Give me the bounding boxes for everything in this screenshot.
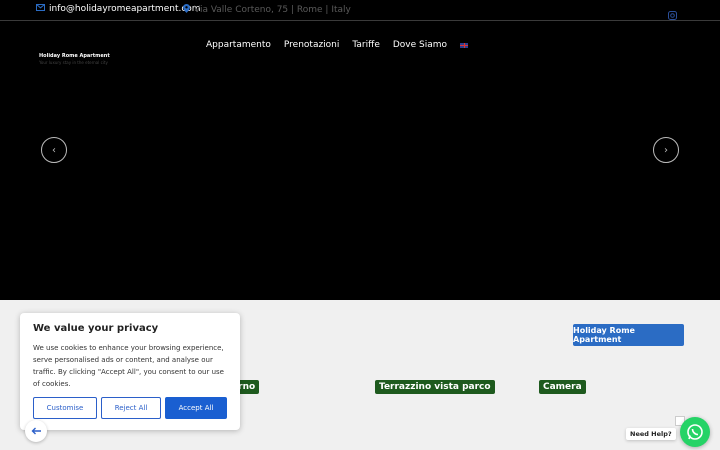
uk-flag-icon[interactable] [460, 42, 469, 48]
logo-title: Holiday Rome Apartment [39, 53, 110, 59]
accept-all-button[interactable]: Accept All [165, 397, 227, 419]
cookie-consent-dialog: We value your privacy We use cookies to … [20, 313, 240, 430]
email-text: info@holidayromeapartment.com [49, 4, 201, 14]
gallery-label-terrazzino: Terrazzino vista parco [375, 380, 495, 394]
reject-all-button[interactable]: Reject All [101, 397, 161, 419]
nav-item-dove-siamo[interactable]: Dove Siamo [393, 40, 447, 50]
cookie-buttons: Customise Reject All Accept All [33, 397, 227, 419]
contact-address: Via Valle Corteno, 75 | Rome | Italy [183, 4, 351, 16]
nav-item-appartamento[interactable]: Appartamento [206, 40, 271, 50]
gallery-label-camera: Camera [539, 380, 586, 394]
site-logo[interactable]: Holiday Rome Apartment Your luxury stay … [39, 53, 110, 65]
need-help-label[interactable]: Need Help? [626, 428, 676, 440]
address-text: Via Valle Corteno, 75 | Rome | Italy [194, 5, 351, 15]
map-pin-icon [183, 4, 190, 16]
main-nav: Appartamento Prenotazioni Tariffe Dove S… [206, 40, 469, 50]
nav-item-prenotazioni[interactable]: Prenotazioni [284, 40, 340, 50]
cookie-title: We value your privacy [33, 323, 159, 334]
chevron-left-icon[interactable]: ‹ [41, 137, 67, 163]
nav-item-tariffe[interactable]: Tariffe [352, 40, 379, 50]
holiday-rome-apartment-button[interactable]: Holiday Rome Apartment [573, 324, 684, 346]
whatsapp-icon[interactable] [680, 417, 710, 447]
page: info@holidayromeapartment.com Via Valle … [0, 0, 720, 450]
logo-subtitle: Your luxury stay in the eternal city [39, 60, 108, 65]
chevron-right-icon[interactable]: › [653, 137, 679, 163]
top-bar: info@holidayromeapartment.com Via Valle … [0, 0, 720, 21]
customise-button[interactable]: Customise [33, 397, 97, 419]
contact-email[interactable]: info@holidayromeapartment.com [36, 4, 201, 14]
cookie-text: We use cookies to enhance your browsing … [33, 344, 224, 388]
back-arrow-icon[interactable] [25, 420, 47, 442]
envelope-icon [36, 4, 45, 14]
